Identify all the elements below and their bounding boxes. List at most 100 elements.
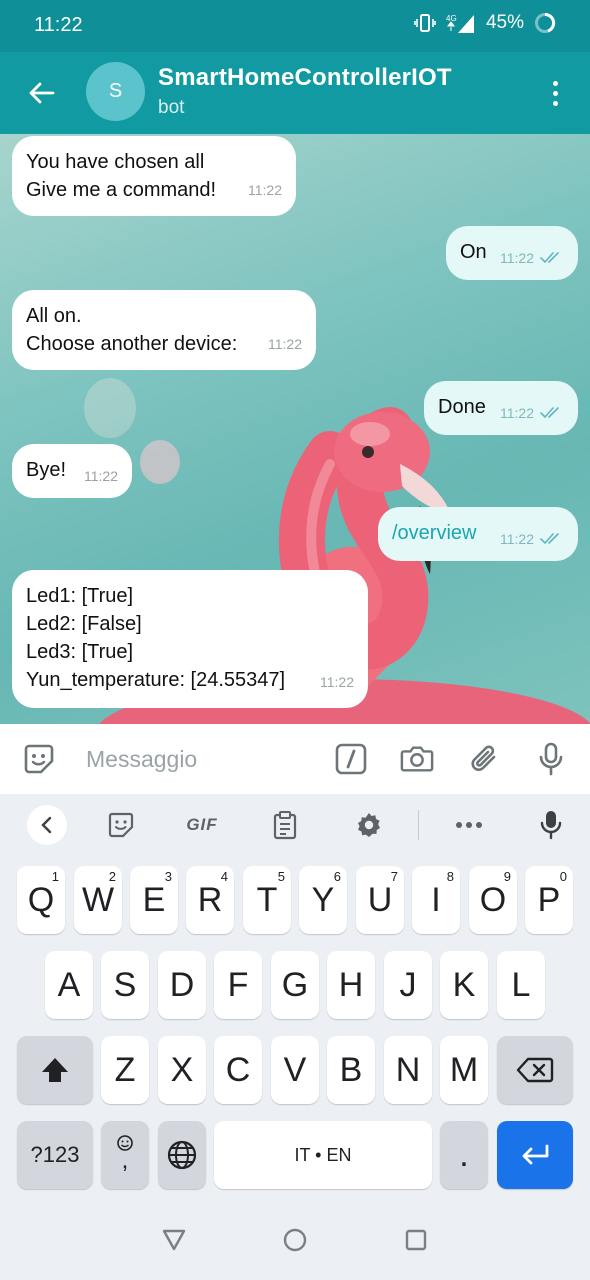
message-time: 11:22	[320, 674, 354, 690]
camera-button[interactable]	[400, 742, 434, 776]
status-time: 11:22	[34, 14, 83, 36]
key-z[interactable]: Z	[101, 1036, 149, 1104]
message-input-bar: Messaggio	[0, 724, 590, 794]
key-a[interactable]: A	[45, 951, 93, 1019]
bot-commands-button[interactable]	[334, 742, 368, 776]
symbols-key[interactable]: ?123	[17, 1121, 93, 1189]
key-v[interactable]: V	[271, 1036, 319, 1104]
key-w[interactable]: W2	[74, 866, 122, 934]
message-bubble[interactable]: Led1: [True] Led2: [False] Led3: [True] …	[12, 570, 368, 708]
clipboard-icon	[273, 811, 297, 840]
message-text: Choose another device:	[26, 333, 238, 355]
more-icon	[456, 822, 482, 828]
shift-icon	[42, 1058, 68, 1082]
gear-icon	[358, 813, 380, 837]
square-recents-icon	[405, 1229, 427, 1251]
key-p[interactable]: P0	[525, 866, 573, 934]
avatar[interactable]: S	[86, 62, 145, 121]
key-n[interactable]: N	[384, 1036, 432, 1104]
collapse-toolbar-button[interactable]	[27, 805, 67, 845]
message-time: 11:22	[500, 531, 534, 547]
circle-home-icon	[283, 1228, 307, 1252]
keyboard-toolbar: GIF	[0, 794, 590, 856]
key-s[interactable]: S	[101, 951, 149, 1019]
message-text: Led3: [True]	[26, 641, 134, 663]
keyboard: GIF Q1 W2 E3 R4 T5 Y6 U7 I8 O9 P0 A S D …	[0, 794, 590, 1200]
message-bubble[interactable]: Done 11:22	[424, 381, 578, 435]
attach-button[interactable]	[468, 742, 502, 776]
key-k[interactable]: K	[440, 951, 488, 1019]
sticker-button[interactable]	[104, 806, 138, 844]
message-bubble[interactable]: Bye! 11:22	[12, 444, 132, 498]
double-check-icon	[540, 533, 559, 545]
key-g[interactable]: G	[271, 951, 319, 1019]
voice-message-button[interactable]	[534, 742, 568, 776]
mic-icon	[540, 811, 562, 840]
nav-recents-button[interactable]	[400, 1224, 432, 1256]
key-x[interactable]: X	[158, 1036, 206, 1104]
message-bubble[interactable]: On 11:22	[446, 226, 578, 280]
nav-home-button[interactable]	[279, 1224, 311, 1256]
chat-area[interactable]: You have chosen all Give me a command! 1…	[0, 134, 590, 724]
back-button[interactable]	[22, 74, 60, 112]
message-bubble[interactable]: /overview 11:22	[378, 507, 578, 561]
message-time: 11:22	[500, 405, 534, 421]
key-l[interactable]: L	[497, 951, 545, 1019]
gif-button[interactable]: GIF	[178, 806, 226, 844]
key-e[interactable]: E3	[130, 866, 178, 934]
keyboard-settings-button[interactable]	[352, 806, 386, 844]
message-text: Led2: [False]	[26, 613, 142, 635]
enter-key[interactable]	[497, 1121, 573, 1189]
message-text: You have chosen all	[26, 151, 205, 173]
key-m[interactable]: M	[440, 1036, 488, 1104]
key-q[interactable]: Q1	[17, 866, 65, 934]
status-bar: 11:22 4G 45%	[0, 0, 590, 52]
chat-title[interactable]: SmartHomeControllerIOT	[158, 64, 452, 92]
key-b[interactable]: B	[327, 1036, 375, 1104]
double-check-icon	[540, 407, 559, 419]
more-options-button[interactable]	[538, 74, 572, 112]
key-d[interactable]: D	[158, 951, 206, 1019]
key-u[interactable]: U7	[356, 866, 404, 934]
nav-back-button[interactable]	[158, 1224, 190, 1256]
gif-label: GIF	[186, 815, 218, 834]
key-t[interactable]: T5	[243, 866, 291, 934]
message-bubble[interactable]: All on. Choose another device: 11:22	[12, 290, 316, 370]
vibrate-icon	[414, 13, 436, 33]
message-text: All on.	[26, 305, 82, 327]
key-o[interactable]: O9	[469, 866, 517, 934]
camera-icon	[400, 746, 434, 772]
battery-icon	[534, 12, 556, 34]
message-text: Led1: [True]	[26, 585, 134, 607]
message-time: 11:22	[84, 468, 118, 484]
chat-subtitle: bot	[158, 97, 185, 118]
key-f[interactable]: F	[214, 951, 262, 1019]
key-r[interactable]: R4	[186, 866, 234, 934]
message-text: Give me a command!	[26, 179, 217, 201]
clipboard-button[interactable]	[268, 806, 302, 844]
key-y[interactable]: Y6	[299, 866, 347, 934]
space-bar[interactable]: IT • EN	[214, 1121, 432, 1189]
key-i[interactable]: I8	[412, 866, 460, 934]
language-key[interactable]	[158, 1121, 206, 1189]
message-text: Yun_temperature: [24.55347]	[26, 669, 286, 691]
system-nav-bar	[0, 1200, 590, 1280]
arrow-left-icon	[29, 82, 55, 104]
message-input[interactable]: Messaggio	[86, 746, 197, 773]
battery-percent: 45%	[485, 12, 524, 33]
toolbar-divider	[418, 810, 419, 840]
emoji-button[interactable]	[22, 742, 56, 776]
key-j[interactable]: J	[384, 951, 432, 1019]
signal-icon: 4G	[446, 13, 476, 33]
key-h[interactable]: H	[327, 951, 375, 1019]
more-tools-button[interactable]	[452, 806, 486, 844]
shift-key[interactable]	[17, 1036, 93, 1104]
message-bubble[interactable]: You have chosen all Give me a command! 1…	[12, 136, 296, 216]
emoji-comma-key[interactable]: ,	[101, 1121, 149, 1189]
backspace-key[interactable]	[497, 1036, 573, 1104]
key-c[interactable]: C	[214, 1036, 262, 1104]
double-check-icon	[540, 252, 559, 264]
message-time: 11:22	[500, 250, 534, 266]
voice-input-button[interactable]	[536, 806, 566, 844]
period-key[interactable]: .	[440, 1121, 488, 1189]
